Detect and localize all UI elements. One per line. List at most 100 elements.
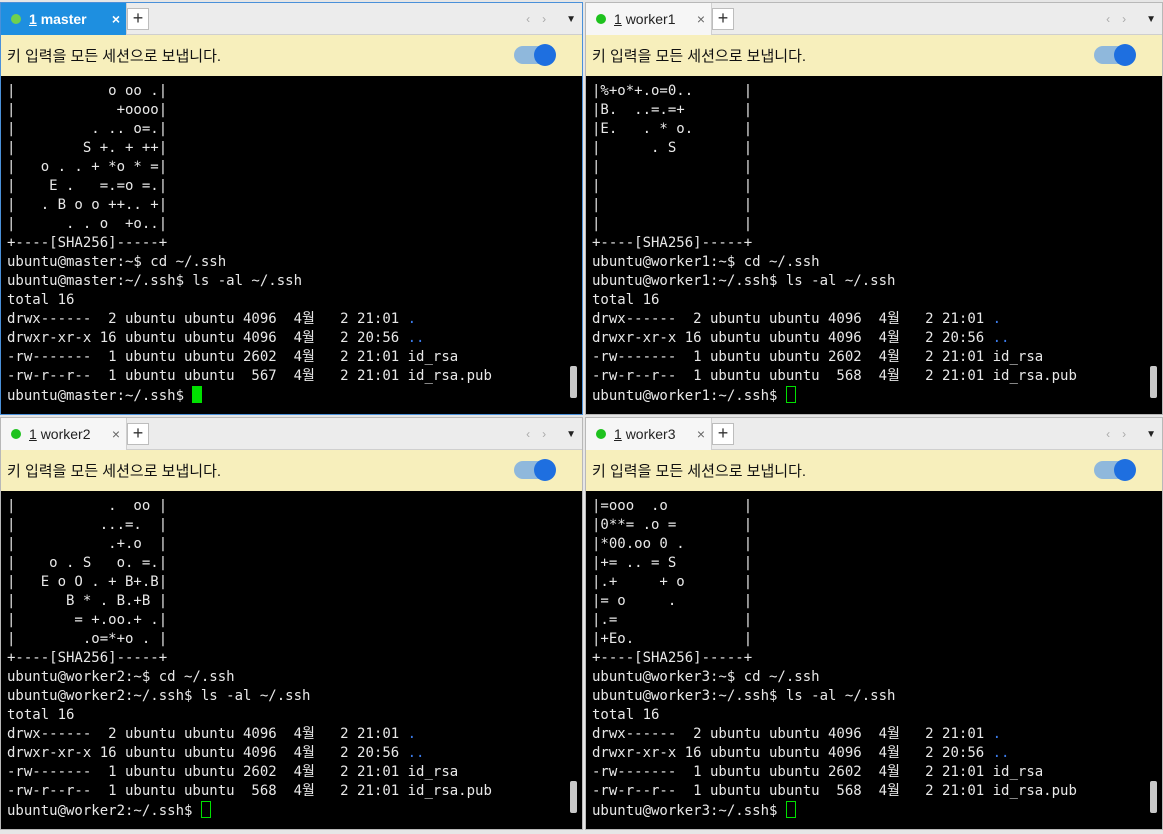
terminal-line: drwxr-xr-x 16 ubuntu ubuntu 4096 4월 2 20… [7, 329, 582, 348]
terminal-line: total 16 [7, 291, 582, 310]
broadcast-toggle[interactable] [514, 44, 556, 66]
terminal-output[interactable]: |=ooo .o | |0**= .o = | |*00.oo 0 . | |+= .… [586, 492, 1162, 829]
broadcast-label: 키 입력을 모든 세션으로 보냅니다. [592, 463, 807, 480]
broadcast-toggle[interactable] [1094, 459, 1136, 481]
scroll-tabs-right-icon[interactable]: › [542, 12, 546, 26]
terminal-line-text: | E o O . + B+.B| [7, 574, 168, 590]
terminal-line: | | [592, 215, 1162, 234]
scrollbar-thumb[interactable] [1150, 781, 1157, 813]
terminal-scrollbar[interactable] [568, 492, 580, 829]
scroll-tabs-right-icon[interactable]: › [1122, 12, 1126, 26]
broadcast-toggle[interactable] [1094, 44, 1136, 66]
session-pane-master[interactable]: 1 master × + ‹ › ▼ 키 입력을 모든 세션으로 보냅니다. |… [0, 2, 583, 415]
new-tab-button[interactable]: + [712, 423, 734, 445]
directory-name: .. [992, 745, 1010, 761]
close-tab-icon[interactable]: × [691, 426, 711, 442]
terminal-line: | . S | [592, 139, 1162, 158]
terminal-line-text: |.= | [592, 612, 753, 628]
directory-name: .. [992, 330, 1010, 346]
tab-bar: 1 worker3 × + ‹ › ▼ [586, 418, 1162, 450]
terminal-line: | E . =.=o =.| [7, 177, 582, 196]
terminal-line: |.= | [592, 611, 1162, 630]
terminal-line: | o . S o. =.| [7, 554, 582, 573]
scroll-tabs-left-icon[interactable]: ‹ [1106, 12, 1110, 26]
terminal-line-text: drwxr-xr-x 16 ubuntu ubuntu 4096 4월 2 20… [7, 745, 408, 761]
terminal-line-text: -rw-r--r-- 1 ubuntu ubuntu 568 4월 2 21:0… [7, 783, 492, 799]
tab-list-dropdown-icon[interactable]: ▼ [1146, 429, 1156, 440]
terminal-line: | o . . + *o * =| [7, 158, 582, 177]
terminal-line: | E o O . + B+.B| [7, 573, 582, 592]
terminal-line-text: drwx------ 2 ubuntu ubuntu 4096 4월 2 21:… [7, 726, 408, 742]
broadcast-bar: 키 입력을 모든 세션으로 보냅니다. [586, 450, 1162, 491]
terminal-line-text: | | [592, 197, 753, 213]
tab-list-dropdown-icon[interactable]: ▼ [566, 14, 576, 25]
terminal-output[interactable]: | . oo | | ...=. | | .+.o | | o . S o. =.| |… [1, 492, 582, 829]
broadcast-toggle[interactable] [514, 459, 556, 481]
scrollbar-thumb[interactable] [1150, 366, 1157, 398]
close-tab-icon[interactable]: × [691, 11, 711, 27]
terminal-line-text: | ...=. | [7, 517, 168, 533]
terminal-line: |%+o*+.o=0.. | [592, 82, 1162, 101]
directory-name: .. [407, 745, 425, 761]
tab-label: 1 worker3 [614, 426, 676, 442]
scrollbar-thumb[interactable] [570, 781, 577, 813]
terminal-line: total 16 [592, 291, 1162, 310]
scroll-tabs-left-icon[interactable]: ‹ [1106, 427, 1110, 441]
broadcast-label: 키 입력을 모든 세션으로 보냅니다. [592, 48, 807, 65]
terminal-line: |E. . * o. | [592, 120, 1162, 139]
terminal-line-text: ubuntu@worker1:~$ cd ~/.ssh [592, 254, 820, 270]
terminal-line-text: | | [592, 216, 753, 232]
tab-worker2[interactable]: 1 worker2 × [1, 418, 127, 450]
tab-worker1[interactable]: 1 worker1 × [586, 3, 712, 35]
broadcast-label: 키 입력을 모든 세션으로 보냅니다. [7, 48, 222, 65]
terminal-line-text: | S +. + ++| [7, 140, 168, 156]
terminal-line-text: | . S | [592, 140, 753, 156]
terminal-line-text: drwx------ 2 ubuntu ubuntu 4096 4월 2 21:… [592, 726, 993, 742]
terminal-line-text: -rw-r--r-- 1 ubuntu ubuntu 567 4월 2 21:0… [7, 368, 492, 384]
tab-list-dropdown-icon[interactable]: ▼ [1146, 14, 1156, 25]
terminal-line: total 16 [7, 706, 582, 725]
terminal-line: -rw-r--r-- 1 ubuntu ubuntu 568 4월 2 21:0… [592, 367, 1162, 386]
terminal-scrollbar[interactable] [1148, 492, 1160, 829]
session-pane-worker1[interactable]: 1 worker1 × + ‹ › ▼ 키 입력을 모든 세션으로 보냅니다. … [585, 2, 1163, 415]
terminal-line: ubuntu@worker3:~/.ssh$ [592, 801, 1162, 820]
terminal-line-text: |B. ..=.=+ | [592, 102, 753, 118]
terminal-line: -rw------- 1 ubuntu ubuntu 2602 4월 2 21:… [7, 348, 582, 367]
terminal-output[interactable]: | o oo .| | +oooo| | . .. o=.| | S +. + ++|… [1, 77, 582, 414]
scroll-tabs-left-icon[interactable]: ‹ [526, 427, 530, 441]
broadcast-label: 키 입력을 모든 세션으로 보냅니다. [7, 463, 222, 480]
terminal-line-text: |= o . | [592, 593, 753, 609]
close-tab-icon[interactable]: × [106, 426, 126, 442]
terminal-line: -rw-r--r-- 1 ubuntu ubuntu 568 4월 2 21:0… [7, 782, 582, 801]
session-pane-worker2[interactable]: 1 worker2 × + ‹ › ▼ 키 입력을 모든 세션으로 보냅니다. … [0, 417, 583, 830]
tab-worker3[interactable]: 1 worker3 × [586, 418, 712, 450]
terminal-line: ubuntu@master:~$ cd ~/.ssh [7, 253, 582, 272]
terminal-line: | . B o o ++.. +| [7, 196, 582, 215]
scroll-tabs-right-icon[interactable]: › [1122, 427, 1126, 441]
new-tab-button[interactable]: + [127, 423, 149, 445]
terminal-line-text: | . .. o=.| [7, 121, 168, 137]
terminal-line-text: | o . S o. =.| [7, 555, 168, 571]
close-tab-icon[interactable]: × [106, 11, 126, 27]
terminal-line-text: | o . . + *o * =| [7, 159, 168, 175]
terminal-cursor [785, 801, 796, 818]
terminal-line: ubuntu@worker1:~$ cd ~/.ssh [592, 253, 1162, 272]
scroll-tabs-left-icon[interactable]: ‹ [526, 12, 530, 26]
tab-list-dropdown-icon[interactable]: ▼ [566, 429, 576, 440]
terminal-line: ubuntu@worker2:~/.ssh$ ls -al ~/.ssh [7, 687, 582, 706]
scroll-tabs-right-icon[interactable]: › [542, 427, 546, 441]
terminal-line-text: ubuntu@master:~$ cd ~/.ssh [7, 254, 227, 270]
terminal-output[interactable]: |%+o*+.o=0.. | |B. ..=.=+ | |E. . * o. | | … [586, 77, 1162, 414]
terminal-scrollbar[interactable] [568, 77, 580, 414]
tab-master[interactable]: 1 master × [1, 3, 127, 35]
scrollbar-thumb[interactable] [570, 366, 577, 398]
terminal-cursor [785, 386, 796, 403]
new-tab-button[interactable]: + [127, 8, 149, 30]
terminal-line-text: |+= .. = S | [592, 555, 753, 571]
terminal-scrollbar[interactable] [1148, 77, 1160, 414]
terminal-line-text: drwx------ 2 ubuntu ubuntu 4096 4월 2 21:… [7, 311, 408, 327]
terminal-line: ubuntu@worker3:~/.ssh$ ls -al ~/.ssh [592, 687, 1162, 706]
terminal-line: -rw------- 1 ubuntu ubuntu 2602 4월 2 21:… [592, 348, 1162, 367]
session-pane-worker3[interactable]: 1 worker3 × + ‹ › ▼ 키 입력을 모든 세션으로 보냅니다. … [585, 417, 1163, 830]
new-tab-button[interactable]: + [712, 8, 734, 30]
